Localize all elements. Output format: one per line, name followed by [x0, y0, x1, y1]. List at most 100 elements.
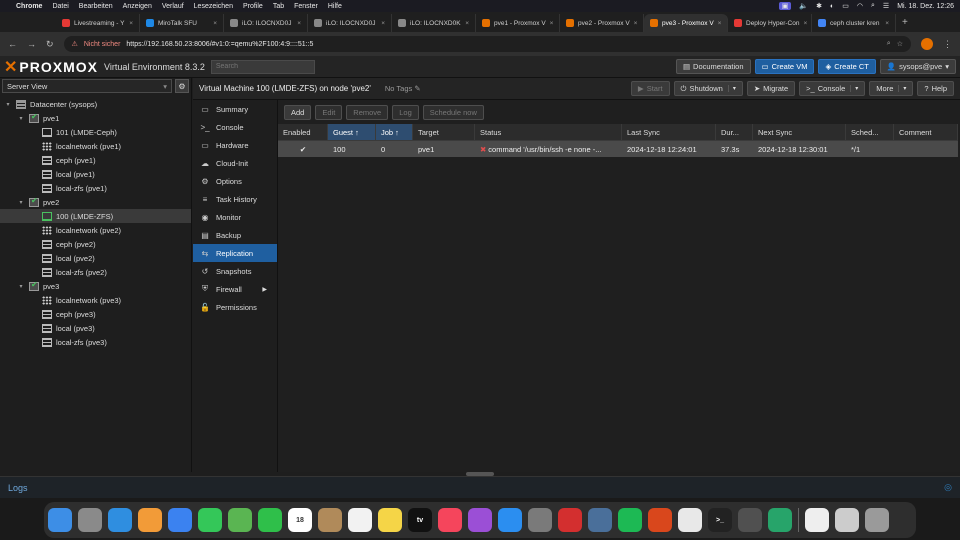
menu-item-replication[interactable]: ⇆ Replication: [193, 244, 277, 262]
logs-panel[interactable]: Logs ◎: [0, 476, 960, 498]
close-icon[interactable]: ×: [803, 20, 807, 27]
tree-item[interactable]: ceph (pve1): [0, 153, 191, 167]
menubar-item-tab[interactable]: Tab: [273, 3, 284, 10]
back-icon[interactable]: ←: [8, 39, 17, 49]
menu-item-summary[interactable]: ▭ Summary: [193, 100, 277, 118]
chevron-down-icon[interactable]: ▾: [4, 101, 12, 108]
tree-item[interactable]: localnetwork (pve2): [0, 223, 191, 237]
mail-icon[interactable]: [168, 508, 192, 532]
browser-tab[interactable]: MiroTalk SFU ×: [140, 14, 224, 32]
chevron-down-icon[interactable]: ▾: [727, 85, 736, 92]
new-tab-button[interactable]: +: [896, 17, 914, 28]
tree-item[interactable]: ▾ pve2: [0, 195, 191, 209]
shutdown-button[interactable]: ⏻ Shutdown ▾: [673, 81, 743, 96]
menu-item-hardware[interactable]: ▭ Hardware: [193, 136, 277, 154]
migrate-button[interactable]: ➤ Migrate: [746, 81, 796, 96]
reload-icon[interactable]: ↻: [46, 39, 54, 50]
user-menu-button[interactable]: 👤 sysops@pve ▾: [879, 59, 956, 74]
menu-item-monitor[interactable]: ◉ Monitor: [193, 208, 277, 226]
close-icon[interactable]: ×: [465, 20, 469, 27]
bookmark-star-icon[interactable]: ☆: [897, 40, 903, 48]
col-schedule[interactable]: Sched...: [846, 124, 894, 140]
add-button[interactable]: Add: [284, 104, 312, 120]
notes-icon[interactable]: [378, 508, 402, 532]
edit-button[interactable]: Edit: [315, 104, 343, 120]
proxmox-logo[interactable]: ✕ PROXMOX: [4, 57, 98, 77]
menubar-item-verlauf[interactable]: Verlauf: [162, 3, 184, 10]
col-job[interactable]: Job ↑: [376, 124, 413, 140]
browser-tab[interactable]: iLO: ILOCNXD0K ×: [392, 14, 476, 32]
more-button[interactable]: More ▾: [869, 81, 914, 96]
tree-item[interactable]: 100 (LMDE-ZFS): [0, 209, 191, 223]
insecure-label[interactable]: Nicht sicher: [84, 41, 121, 48]
menubar-item-datei[interactable]: Datei: [52, 3, 68, 10]
trash-icon[interactable]: [865, 508, 889, 532]
forward-icon[interactable]: →: [27, 39, 36, 49]
tree-item[interactable]: local-zfs (pve2): [0, 265, 191, 279]
col-next-sync[interactable]: Next Sync: [753, 124, 846, 140]
menu-item-console[interactable]: >_ Console: [193, 118, 277, 136]
wifi-icon[interactable]: ◠: [857, 2, 863, 10]
app-red-icon[interactable]: [558, 508, 582, 532]
chevron-down-icon[interactable]: ▾: [17, 199, 25, 206]
menubar-clock[interactable]: Mi. 18. Dez. 12:26: [897, 3, 954, 10]
url-input[interactable]: ⚠ Nicht sicher https://192.168.50.23:800…: [63, 36, 911, 52]
tree-item[interactable]: ceph (pve3): [0, 307, 191, 321]
close-icon[interactable]: ×: [718, 20, 722, 27]
bluetooth-icon[interactable]: ✱: [816, 2, 822, 10]
menu-item-options[interactable]: ⚙ Options: [193, 172, 277, 190]
menu-item-backup[interactable]: ▤ Backup: [193, 226, 277, 244]
tree-item[interactable]: localnetwork (pve3): [0, 293, 191, 307]
browser-tab[interactable]: iLO: ILOCNXD0J ×: [308, 14, 392, 32]
music-icon[interactable]: [438, 508, 462, 532]
podcasts-icon[interactable]: [468, 508, 492, 532]
reminders-icon[interactable]: [348, 508, 372, 532]
spotlight-icon[interactable]: ⌕: [871, 2, 875, 10]
menu-item-task-history[interactable]: ≡ Task History: [193, 190, 277, 208]
expand-logs-icon[interactable]: ◎: [944, 482, 952, 493]
vpn-icon[interactable]: ◐: [830, 3, 834, 10]
menu-item-cloud-init[interactable]: ☁ Cloud-Init: [193, 154, 277, 172]
table-row[interactable]: ✔ 100 0 pve1 ✖ command '/usr/bin/ssh -e n…: [278, 141, 958, 157]
browser-tab[interactable]: ceph cluster kren ×: [812, 14, 896, 32]
col-guest[interactable]: Guest ↑: [328, 124, 376, 140]
col-enabled[interactable]: Enabled: [278, 124, 328, 140]
calendar-icon[interactable]: 18: [288, 508, 312, 532]
control-center-icon[interactable]: ☰: [883, 2, 889, 10]
url-text[interactable]: https://192.168.50.23:8006/#v1:0:=qemu%2…: [126, 41, 313, 48]
menu-item-snapshots[interactable]: ↺ Snapshots: [193, 262, 277, 280]
tree-item[interactable]: localnetwork (pve1): [0, 139, 191, 153]
close-icon[interactable]: ×: [297, 20, 301, 27]
app-globe-icon[interactable]: [588, 508, 612, 532]
close-icon[interactable]: ×: [550, 20, 554, 27]
browser-tab[interactable]: pve1 - Proxmox V ×: [476, 14, 560, 32]
col-target[interactable]: Target: [413, 124, 475, 140]
tree-item[interactable]: ▾ pve1: [0, 111, 191, 125]
documentation-button[interactable]: ▤ Documentation: [675, 59, 751, 74]
appletv-icon[interactable]: tv: [408, 508, 432, 532]
browser-tab[interactable]: Deploy Hyper-Con ×: [728, 14, 812, 32]
document-icon[interactable]: [805, 508, 829, 532]
terminal-icon[interactable]: >_: [708, 508, 732, 532]
tree-item[interactable]: 101 (LMDE-Ceph): [0, 125, 191, 139]
menu-item-firewall[interactable]: ⛨ Firewall ▶: [193, 280, 277, 298]
col-status[interactable]: Status: [475, 124, 622, 140]
remove-button[interactable]: Remove: [346, 104, 389, 120]
tree-item[interactable]: ▾ pve3: [0, 279, 191, 293]
app-green-icon[interactable]: [768, 508, 792, 532]
console-button[interactable]: >_ Console ▾: [799, 81, 866, 96]
system-settings-icon[interactable]: [528, 508, 552, 532]
chevron-down-icon[interactable]: ▾: [17, 115, 25, 122]
log-button[interactable]: Log: [392, 104, 419, 120]
insecure-warning-icon[interactable]: ⚠: [72, 40, 78, 48]
photos-icon[interactable]: [138, 508, 162, 532]
browser-tab[interactable]: pve3 - Proxmox V ×: [644, 14, 728, 32]
chrome-icon[interactable]: [678, 508, 702, 532]
contacts-icon[interactable]: [318, 508, 342, 532]
maps-icon[interactable]: [228, 508, 252, 532]
menubar-app-name[interactable]: Chrome: [16, 3, 42, 10]
chevron-down-icon[interactable]: ▾: [850, 85, 858, 92]
create-vm-button[interactable]: ▭ Create VM: [754, 59, 815, 74]
browser-menu-icon[interactable]: ⋮: [943, 39, 952, 50]
menubar-item-bearbeiten[interactable]: Bearbeiten: [79, 3, 113, 10]
